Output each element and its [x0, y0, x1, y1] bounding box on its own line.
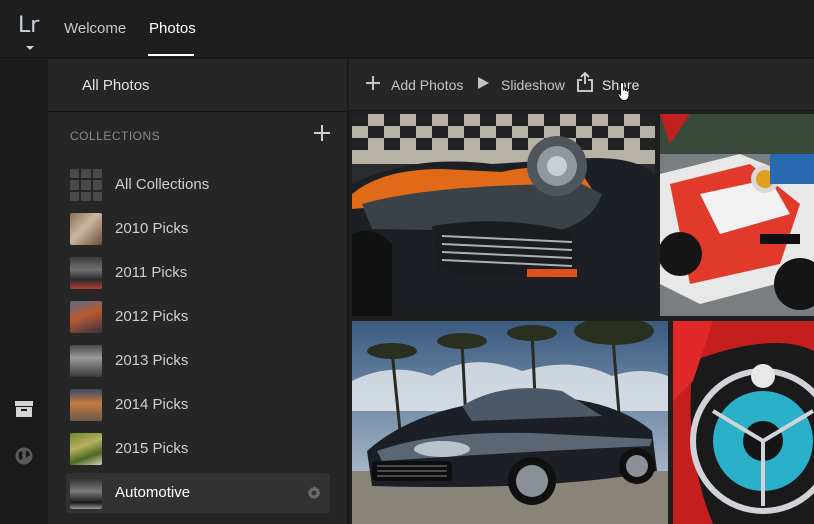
grid-icon [70, 169, 102, 201]
collection-label: 2013 Picks [115, 352, 189, 369]
collection-all-collections[interactable]: All Collections [66, 165, 330, 205]
collection-2012-picks[interactable]: 2012 Picks [66, 297, 330, 337]
left-rail [0, 59, 48, 524]
collection-2013-picks[interactable]: 2013 Picks [66, 341, 330, 381]
app-logo: Lr [18, 13, 40, 38]
collection-label: 2010 Picks [115, 220, 189, 237]
sidebar: All Photos COLLECTIONS All Collections 2… [48, 59, 348, 524]
collection-thumbnail [70, 257, 102, 289]
collection-label: 2011 Picks [115, 264, 188, 281]
collection-2011-picks[interactable]: 2011 Picks [66, 253, 330, 293]
collection-thumbnail [70, 301, 102, 333]
collection-2015-picks[interactable]: 2015 Picks [66, 429, 330, 469]
photo-thumbnail[interactable] [352, 321, 668, 524]
archive-icon[interactable] [14, 399, 34, 419]
collection-thumbnail [70, 389, 102, 421]
sports-car-image [352, 321, 668, 524]
gear-icon[interactable] [306, 485, 322, 501]
collection-2014-picks[interactable]: 2014 Picks [66, 385, 330, 425]
add-photos-button[interactable]: Add Photos [365, 75, 475, 95]
collection-label: Automotive [115, 484, 191, 501]
vintage-car-image [352, 114, 655, 316]
collections-header: COLLECTIONS [70, 129, 161, 143]
collection-thumbnail [70, 433, 102, 465]
active-tab-indicator [148, 54, 194, 56]
hand-cursor-icon [617, 82, 630, 101]
divider [48, 111, 348, 112]
collection-thumbnail [70, 213, 102, 245]
tab-photos[interactable]: Photos [149, 20, 196, 37]
collection-thumbnail [70, 477, 102, 509]
plus-icon [366, 76, 380, 90]
collection-thumbnail [70, 345, 102, 377]
race-car-image [660, 114, 814, 316]
photo-thumbnail[interactable] [660, 114, 814, 316]
collection-label: 2012 Picks [115, 308, 189, 325]
chevron-down-icon [26, 46, 34, 50]
add-collection-button[interactable] [312, 123, 332, 143]
car-interior-image [673, 321, 814, 524]
share-icon [577, 72, 593, 92]
play-icon [478, 77, 489, 89]
photo-thumbnail[interactable] [352, 114, 655, 316]
slideshow-label: Slideshow [501, 77, 565, 93]
collection-2010-picks[interactable]: 2010 Picks [66, 209, 330, 249]
top-bar: Lr Welcome Photos [0, 0, 814, 58]
slideshow-button[interactable]: Slideshow [477, 75, 577, 95]
collection-automotive[interactable]: Automotive [66, 473, 330, 513]
collection-label: All Collections [115, 176, 210, 193]
globe-icon[interactable] [14, 446, 34, 466]
share-button[interactable]: Share [576, 72, 648, 93]
app-logo-menu[interactable]: Lr [0, 0, 58, 58]
collection-label: 2014 Picks [115, 396, 189, 413]
add-photos-label: Add Photos [391, 77, 464, 93]
photo-thumbnail[interactable] [673, 321, 814, 524]
collection-label: 2015 Picks [115, 440, 189, 457]
all-photos-link[interactable]: All Photos [82, 77, 150, 94]
photo-toolbar: Add Photos Slideshow Share [349, 59, 814, 111]
tab-welcome[interactable]: Welcome [64, 20, 126, 37]
photo-grid [349, 111, 814, 524]
